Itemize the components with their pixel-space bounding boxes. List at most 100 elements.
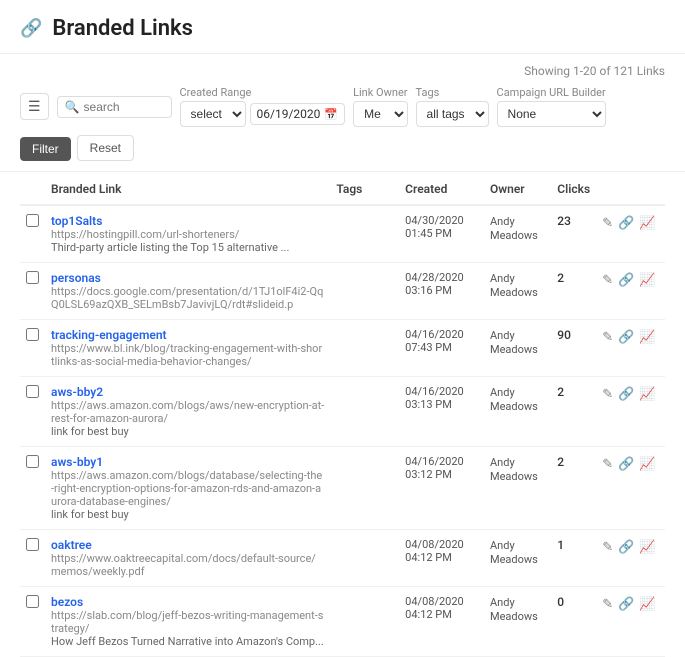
row-checkbox-cell[interactable] [20,447,45,530]
table-row: oaktree https://www.oaktreecapital.com/d… [20,530,665,587]
created-time: 03:13 PM [405,398,478,411]
filters-row: ☰ 🔍 Created Range select 06/19/2020 📅 Li… [20,86,665,161]
link-desc: Third-party article listing the Top 15 a… [51,241,324,254]
clicks-count: 23 [557,214,571,228]
row-created-cell: 04/16/2020 03:13 PM [399,377,484,447]
row-actions-cell: ✎ 🔗 📈 [596,205,665,263]
link-name[interactable]: tracking-engagement [51,328,167,342]
chart-icon[interactable]: 📈 [639,457,655,472]
clicks-count: 2 [557,271,564,285]
action-icons: ✎ 🔗 📈 [602,216,659,231]
row-checkbox-cell[interactable] [20,530,45,587]
link-url: https://www.bl.ink/blog/tracking-engagem… [51,342,324,368]
filter-button[interactable]: Filter [20,137,71,161]
chart-icon[interactable]: 📈 [639,387,655,402]
link-desc: link for best buy [51,425,324,438]
external-link-icon[interactable]: 🔗 [618,273,634,288]
link-owner-select[interactable]: Me [353,101,407,127]
row-checkbox-cell[interactable] [20,587,45,657]
row-checkbox-cell[interactable] [20,205,45,263]
link-name[interactable]: personas [51,271,101,285]
row-link-cell: tracking-engagement https://www.bl.ink/b… [45,320,330,377]
edit-icon[interactable]: ✎ [602,540,613,555]
created-time: 03:12 PM [405,468,478,481]
row-clicks-cell: 0 [551,587,596,657]
owner-name: Andy Meadows [490,215,538,242]
action-icons: ✎ 🔗 📈 [602,273,659,288]
row-clicks-cell: 23 [551,205,596,263]
row-created-cell: 04/08/2020 04:12 PM [399,530,484,587]
row-checkbox-cell[interactable] [20,320,45,377]
col-branded-link: Branded Link [45,172,330,205]
showing-count: Showing 1-20 of 121 Links [20,64,665,78]
calendar-icon: 📅 [324,108,338,121]
row-created-cell: 04/16/2020 03:12 PM [399,447,484,530]
row-checkbox[interactable] [26,538,39,551]
row-checkbox[interactable] [26,214,39,227]
link-name[interactable]: top1Salts [51,214,102,228]
reset-button[interactable]: Reset [77,135,134,161]
chart-icon[interactable]: 📈 [639,597,655,612]
row-tags-cell [330,320,399,377]
row-checkbox[interactable] [26,385,39,398]
action-icons: ✎ 🔗 📈 [602,457,659,472]
link-name[interactable]: oaktree [51,538,92,552]
row-owner-cell: Andy Meadows [484,530,551,587]
external-link-icon[interactable]: 🔗 [618,216,634,231]
external-link-icon[interactable]: 🔗 [618,387,634,402]
owner-name: Andy Meadows [490,539,538,566]
row-actions-cell: ✎ 🔗 📈 [596,320,665,377]
search-box[interactable]: 🔍 [57,96,172,118]
owner-name: Andy Meadows [490,386,538,413]
edit-icon[interactable]: ✎ [602,216,613,231]
external-link-icon[interactable]: 🔗 [618,330,634,345]
chart-icon[interactable]: 📈 [639,216,655,231]
table-row: top1Salts https://hostingpill.com/url-sh… [20,205,665,263]
chart-icon[interactable]: 📈 [639,273,655,288]
row-actions-cell: ✎ 🔗 📈 [596,530,665,587]
campaign-select[interactable]: None [497,101,606,127]
created-time: 04:12 PM [405,608,478,621]
chart-icon[interactable]: 📈 [639,330,655,345]
row-checkbox[interactable] [26,595,39,608]
edit-icon[interactable]: ✎ [602,273,613,288]
row-link-cell: top1Salts https://hostingpill.com/url-sh… [45,205,330,263]
table-row: tracking-engagement https://www.bl.ink/b… [20,320,665,377]
external-link-icon[interactable]: 🔗 [618,457,634,472]
row-checkbox[interactable] [26,328,39,341]
tags-select[interactable]: all tags [416,101,489,127]
edit-icon[interactable]: ✎ [602,457,613,472]
created-time: 07:43 PM [405,341,478,354]
link-name[interactable]: aws-bby1 [51,455,103,469]
filter-settings-button[interactable]: ☰ [20,93,49,120]
row-checkbox[interactable] [26,271,39,284]
link-name[interactable]: bezos [51,595,83,609]
row-checkbox-cell[interactable] [20,263,45,320]
row-created-cell: 04/16/2020 07:43 PM [399,320,484,377]
clicks-count: 2 [557,385,564,399]
row-checkbox-cell[interactable] [20,377,45,447]
external-link-icon[interactable]: 🔗 [618,540,634,555]
row-checkbox[interactable] [26,455,39,468]
row-clicks-cell: 1 [551,530,596,587]
created-date: 04/30/2020 [405,214,478,227]
row-clicks-cell: 2 [551,377,596,447]
external-link-icon[interactable]: 🔗 [618,597,634,612]
link-name[interactable]: aws-bby2 [51,385,103,399]
edit-icon[interactable]: ✎ [602,387,613,402]
created-time: 01:45 PM [405,227,478,240]
table-row: aws-bby1 https://aws.amazon.com/blogs/da… [20,447,665,530]
search-input[interactable] [84,100,164,114]
row-actions-cell: ✎ 🔗 📈 [596,263,665,320]
edit-icon[interactable]: ✎ [602,330,613,345]
created-range-end-date[interactable]: 06/19/2020 📅 [250,103,346,125]
col-owner: Owner [484,172,551,205]
created-range-start-select[interactable]: select [180,101,246,127]
action-icons: ✎ 🔗 📈 [602,387,659,402]
created-time: 03:16 PM [405,284,478,297]
clicks-count: 1 [557,538,564,552]
edit-icon[interactable]: ✎ [602,597,613,612]
chart-icon[interactable]: 📈 [639,540,655,555]
action-icons: ✎ 🔗 📈 [602,540,659,555]
row-clicks-cell: 2 [551,263,596,320]
